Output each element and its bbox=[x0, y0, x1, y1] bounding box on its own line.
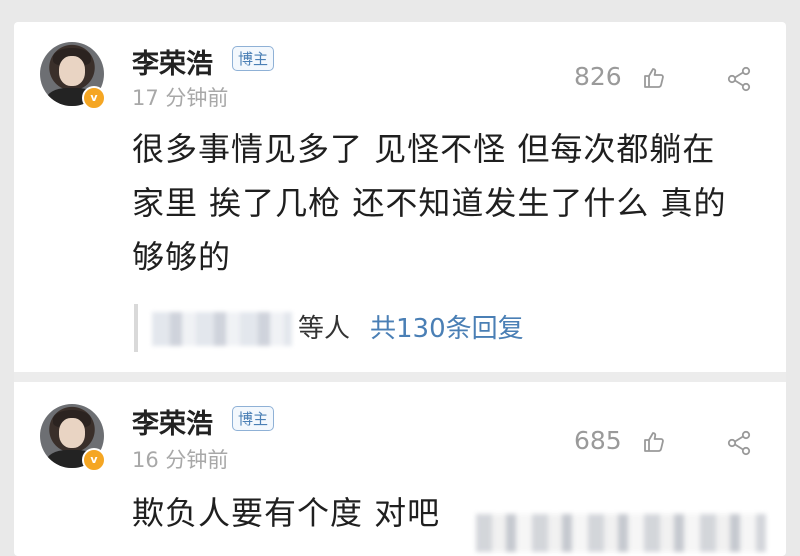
blurred-content bbox=[476, 514, 766, 552]
blurred-reply-names bbox=[152, 312, 292, 346]
author-tag: 博主 bbox=[232, 46, 275, 71]
comment-item: v 李荣浩 博主 16 分钟前 685 欺负人要有个度 对吧 bbox=[14, 382, 786, 556]
like-count[interactable]: 685 bbox=[574, 426, 622, 455]
author-tag: 博主 bbox=[232, 406, 275, 431]
divider bbox=[14, 372, 786, 382]
verified-badge-icon: v bbox=[82, 86, 106, 110]
view-replies-link[interactable]: 共130条回复 bbox=[370, 308, 524, 345]
comment-item: v 李荣浩 博主 17 分钟前 826 很多事情见多了 见怪不怪 但每次都躺在 … bbox=[14, 22, 786, 372]
reply-suffix: 等人 bbox=[298, 314, 351, 344]
thumbs-up-icon[interactable] bbox=[642, 430, 666, 454]
comment-text-line: 家里 挨了几枪 还不知道发生了什么 真的 bbox=[132, 184, 727, 222]
thumbs-up-icon[interactable] bbox=[642, 66, 666, 90]
share-icon[interactable] bbox=[726, 66, 752, 92]
verified-badge-icon: v bbox=[82, 448, 106, 472]
username[interactable]: 李荣浩 bbox=[132, 42, 213, 81]
comment-text: 很多事情见多了 见怪不怪 但每次都躺在 家里 挨了几枪 还不知道发生了什么 真的… bbox=[132, 122, 772, 284]
like-count[interactable]: 826 bbox=[574, 62, 622, 91]
share-icon[interactable] bbox=[726, 430, 752, 456]
comments-panel: v 李荣浩 博主 17 分钟前 826 很多事情见多了 见怪不怪 但每次都躺在 … bbox=[14, 22, 786, 556]
comment-text-line: 够够的 bbox=[132, 238, 232, 276]
timestamp: 16 分钟前 bbox=[132, 448, 229, 472]
username[interactable]: 李荣浩 bbox=[132, 402, 213, 441]
reply-indicator-bar bbox=[134, 304, 138, 352]
comment-text-line: 很多事情见多了 见怪不怪 但每次都躺在 bbox=[132, 130, 716, 168]
timestamp: 17 分钟前 bbox=[132, 86, 229, 110]
